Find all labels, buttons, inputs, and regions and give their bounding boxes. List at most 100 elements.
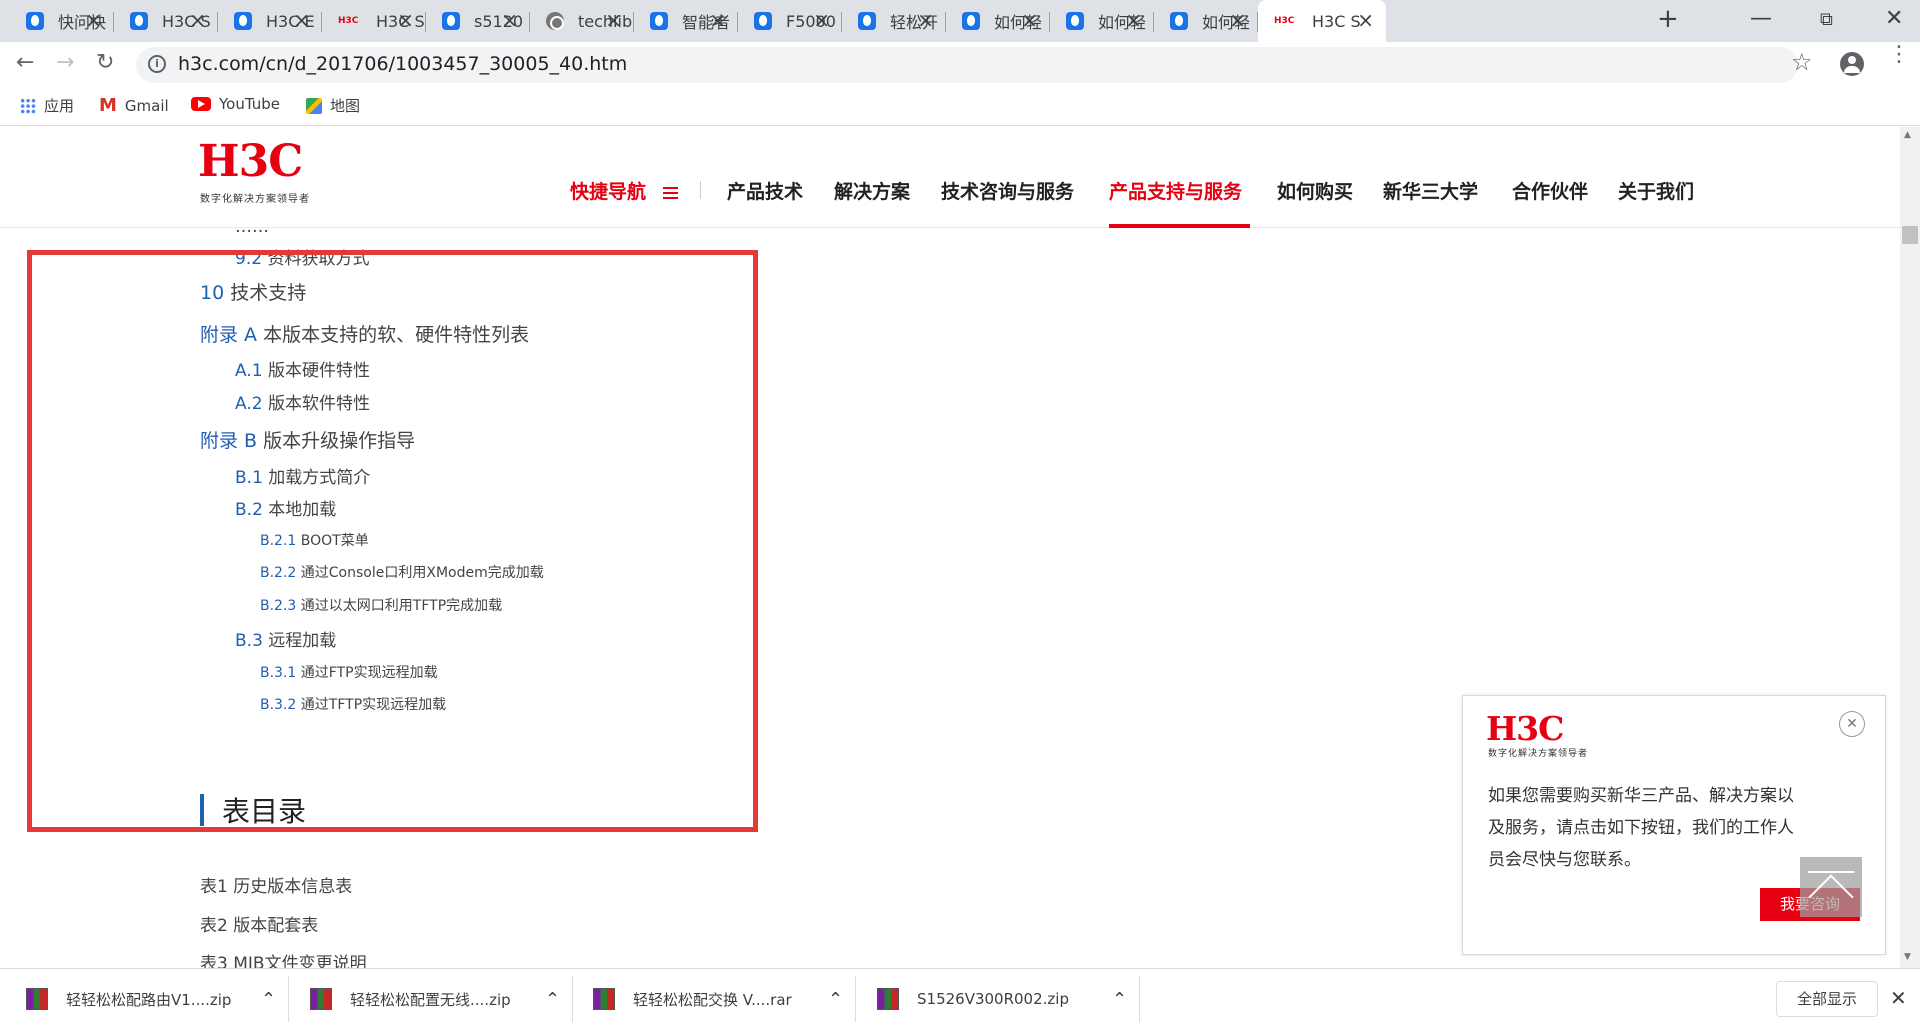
- back-icon[interactable]: ←: [16, 50, 34, 75]
- tab-close-icon[interactable]: ×: [293, 10, 310, 30]
- bookmark-maps[interactable]: 地图: [306, 95, 360, 116]
- chevron-up-icon[interactable]: ⌃: [545, 989, 560, 1010]
- globe-icon: [546, 12, 564, 30]
- star-icon[interactable]: ☆: [1791, 48, 1813, 76]
- page-icon: [754, 12, 772, 30]
- reload-icon[interactable]: ↻: [96, 50, 114, 75]
- tab-9[interactable]: 轻松开 ×: [842, 0, 946, 42]
- nav-item-1[interactable]: 产品技术: [727, 177, 803, 204]
- active-nav-underline: [1109, 224, 1250, 228]
- download-filename: 轻轻松松配交换 V....rar: [633, 990, 792, 1009]
- tab-close-icon[interactable]: ×: [1125, 10, 1142, 30]
- scroll-down-arrow[interactable]: ▼: [1904, 952, 1911, 962]
- bookmark-youtube[interactable]: YouTube: [191, 95, 280, 113]
- download-item[interactable]: S1526V300R002.zip ⌃: [877, 968, 1137, 1030]
- chevron-up-icon[interactable]: ⌃: [261, 989, 276, 1010]
- table-number: 表2: [200, 916, 228, 936]
- bookmark-label: Gmail: [124, 96, 169, 115]
- nav-item-5[interactable]: 如何购买: [1277, 177, 1353, 204]
- tab-12[interactable]: 如何轻 ×: [1154, 0, 1258, 42]
- new-tab-button[interactable]: +: [1657, 4, 1679, 34]
- download-item[interactable]: 轻轻松松配置无线....zip ⌃: [310, 968, 570, 1030]
- info-icon[interactable]: i: [148, 55, 166, 73]
- back-to-top-button[interactable]: [1800, 857, 1862, 920]
- bookmark-label: YouTube: [219, 95, 280, 113]
- tab-close-icon[interactable]: ×: [1357, 10, 1374, 30]
- nav-item-6[interactable]: 新华三大学: [1383, 177, 1478, 204]
- nav-item-7[interactable]: 合作伙伴: [1512, 177, 1588, 204]
- tab-close-icon[interactable]: ×: [709, 10, 726, 30]
- show-all-downloads-button[interactable]: 全部显示: [1776, 981, 1878, 1017]
- download-separator: [855, 976, 856, 1022]
- archive-icon: [26, 988, 48, 1010]
- download-filename: S1526V300R002.zip: [917, 990, 1069, 1008]
- highlight-box: [27, 250, 758, 832]
- table-list-item[interactable]: 表2 版本配套表: [200, 911, 318, 936]
- page-icon: [130, 12, 148, 30]
- close-downloads-icon[interactable]: ✕: [1890, 986, 1907, 1010]
- forward-icon[interactable]: →: [56, 50, 74, 75]
- download-separator: [288, 976, 289, 1022]
- page-scrollbar[interactable]: [1900, 127, 1920, 968]
- nav-item-8[interactable]: 关于我们: [1618, 177, 1694, 204]
- download-item[interactable]: 轻轻松松配路由V1....zip ⌃: [26, 968, 286, 1030]
- popup-message: 如果您需要购买新华三产品、解决方案以 及服务，请点击如下按钮，我们的工作人 员会…: [1488, 780, 1794, 876]
- nav-item-3[interactable]: 技术咨询与服务: [941, 177, 1074, 204]
- tab-5[interactable]: s5120 ×: [426, 0, 530, 42]
- tab-close-icon[interactable]: ×: [605, 10, 622, 30]
- page-icon: [234, 12, 252, 30]
- tab-8[interactable]: F5000 ×: [738, 0, 842, 42]
- table-title: 版本配套表: [233, 916, 319, 936]
- chevron-up-icon[interactable]: ⌃: [828, 989, 843, 1010]
- gmail-icon: M: [99, 95, 117, 116]
- restore-button[interactable]: ⧉: [1820, 9, 1833, 30]
- youtube-icon: [191, 97, 211, 111]
- page-icon: [650, 12, 668, 30]
- download-filename: 轻轻松松配置无线....zip: [350, 990, 511, 1009]
- tab-close-icon[interactable]: ×: [1021, 10, 1038, 30]
- tab-6[interactable]: techlib ×: [530, 0, 634, 42]
- tab-2[interactable]: H3C S ×: [114, 0, 218, 42]
- tab-4[interactable]: H3C H3C S ×: [322, 0, 426, 42]
- tab-7[interactable]: 智能者 ×: [634, 0, 738, 42]
- browser-window: 快问快 × H3C S × H3C E × H3C H3C S × s5120 × techlib × 智…: [0, 0, 1920, 1030]
- table-list-item[interactable]: 表1 历史版本信息表: [200, 872, 352, 897]
- tab-close-icon[interactable]: ×: [813, 10, 830, 30]
- nav-item-2[interactable]: 解决方案: [834, 177, 910, 204]
- tab-close-icon[interactable]: ×: [1229, 10, 1246, 30]
- scroll-up-arrow[interactable]: ▲: [1904, 130, 1911, 140]
- chevron-up-icon[interactable]: ⌃: [1112, 989, 1127, 1010]
- minimize-button[interactable]: —: [1750, 6, 1772, 31]
- tab-close-icon[interactable]: ×: [85, 10, 102, 30]
- close-window-button[interactable]: ✕: [1885, 6, 1903, 31]
- tab-13[interactable]: H3C H3C S ×: [1258, 0, 1386, 42]
- bookmarks-bar: [0, 88, 1920, 126]
- table-title: 历史版本信息表: [233, 877, 353, 897]
- quick-nav-button[interactable]: 快捷导航: [570, 177, 678, 204]
- menu-icon[interactable]: ⋮: [1888, 44, 1910, 66]
- tab-1[interactable]: 快问快 ×: [10, 0, 114, 42]
- tab-11[interactable]: 如何轻 ×: [1050, 0, 1154, 42]
- bookmark-label: 地图: [330, 97, 361, 115]
- scroll-thumb[interactable]: [1902, 226, 1918, 244]
- download-item[interactable]: 轻轻松松配交换 V....rar ⌃: [593, 968, 853, 1030]
- popup-logo: H3C: [1486, 709, 1564, 748]
- profile-avatar[interactable]: [1840, 52, 1864, 76]
- h3c-logo[interactable]: H3C: [198, 140, 303, 184]
- bookmark-gmail[interactable]: M Gmail: [99, 95, 169, 116]
- tab-close-icon[interactable]: ×: [501, 10, 518, 30]
- tab-10[interactable]: 如何轻 ×: [946, 0, 1050, 42]
- url-text[interactable]: h3c.com/cn/d_201706/1003457_30005_40.htm: [178, 53, 627, 75]
- page-icon: [962, 12, 980, 30]
- tab-close-icon[interactable]: ×: [397, 10, 414, 30]
- popup-close-icon[interactable]: ✕: [1839, 711, 1865, 737]
- bookmark-apps[interactable]: 应用: [20, 95, 74, 116]
- quick-nav-label: 快捷导航: [570, 181, 647, 203]
- table-number: 表1: [200, 877, 228, 897]
- tab-close-icon[interactable]: ×: [189, 10, 206, 30]
- nav-item-4[interactable]: 产品支持与服务: [1109, 177, 1242, 204]
- maps-icon: [306, 97, 322, 114]
- tab-close-icon[interactable]: ×: [917, 10, 934, 30]
- tab-3[interactable]: H3C E ×: [218, 0, 322, 42]
- page-icon: [1170, 12, 1188, 30]
